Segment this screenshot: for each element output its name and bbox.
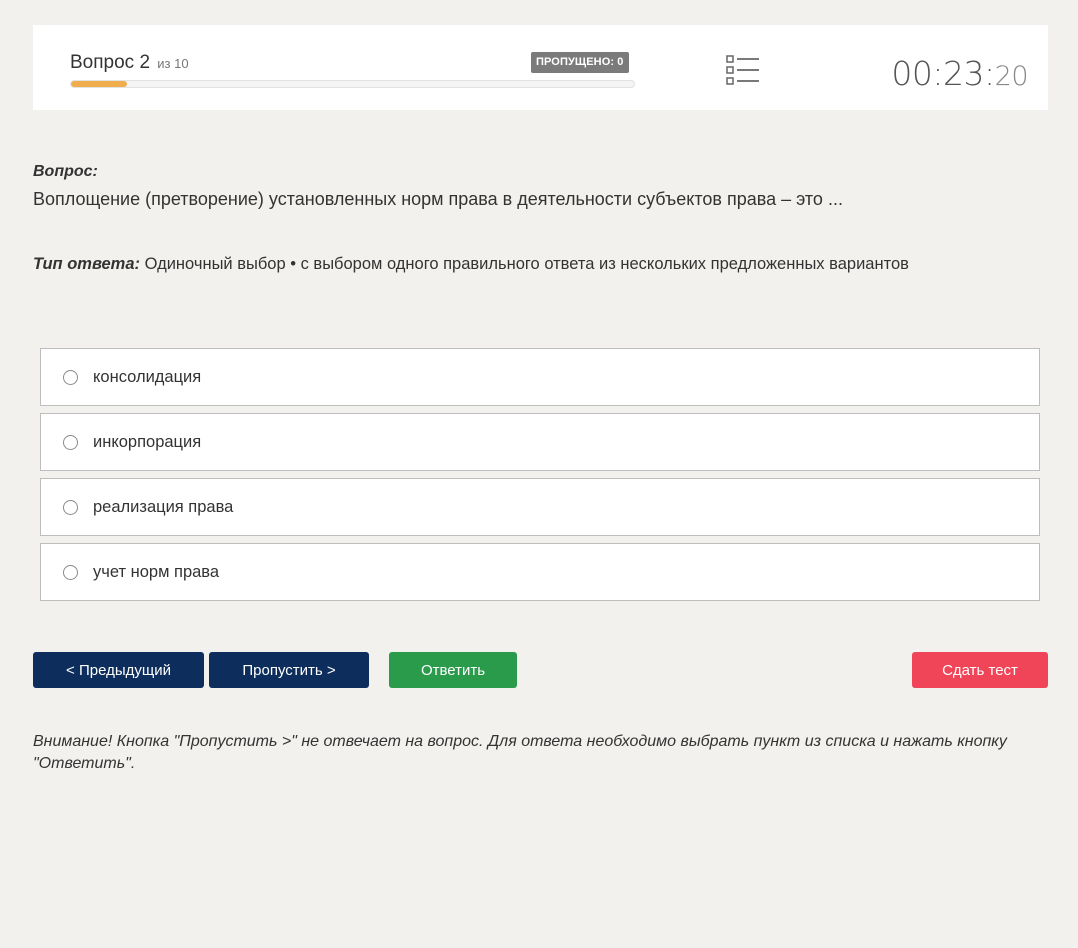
finish-test-button[interactable]: Сдать тест <box>912 652 1048 688</box>
option-label: учет норм права <box>93 562 220 581</box>
question-number: Вопрос 2 <box>70 52 151 73</box>
timer-main: 00:23: <box>891 54 995 93</box>
radio-button[interactable] <box>63 564 78 580</box>
radio-button[interactable] <box>63 499 78 515</box>
answer-type-value: Одиночный выбор • с выбором одного прави… <box>140 255 909 273</box>
test-header: Вопрос 2 из 10 ПРОПУЩЕНО: 0 00:23:20 <box>33 25 1048 110</box>
progress-fill <box>71 81 128 87</box>
question-counter: Вопрос 2 из 10 <box>70 52 189 74</box>
skip-button[interactable]: Пропустить > <box>209 652 369 688</box>
answer-option[interactable]: инкорпорация <box>40 413 1040 471</box>
timer-seconds: 20 <box>994 61 1029 92</box>
skipped-badge: ПРОПУЩЕНО: 0 <box>531 52 629 73</box>
previous-button[interactable]: < Предыдущий <box>33 652 204 688</box>
answer-option[interactable]: реализация права <box>40 478 1040 536</box>
timer: 00:23:20 <box>891 54 1028 93</box>
answer-option[interactable]: учет норм права <box>40 543 1040 601</box>
notice-text: Внимание! Кнопка "Пропустить >" не отвеч… <box>33 733 1007 772</box>
option-label: консолидация <box>93 367 202 386</box>
progress-bar <box>70 80 635 88</box>
option-label: инкорпорация <box>93 432 202 451</box>
answer-type-label: Тип ответа: <box>33 255 141 273</box>
answer-options: консолидация инкорпорация реализация пра… <box>40 348 1040 608</box>
answer-type: Тип ответа: Одиночный выбор • с выбором … <box>33 255 909 274</box>
question-text: Воплощение (претворение) установленных н… <box>33 189 843 209</box>
option-label: реализация права <box>93 497 234 516</box>
question-total: из 10 <box>157 56 189 71</box>
question-label: Вопрос: <box>33 163 98 180</box>
list-icon[interactable] <box>725 54 761 86</box>
radio-button[interactable] <box>63 434 78 450</box>
answer-button[interactable]: Ответить <box>389 652 517 688</box>
answer-option[interactable]: консолидация <box>40 348 1040 406</box>
radio-button[interactable] <box>63 369 78 385</box>
